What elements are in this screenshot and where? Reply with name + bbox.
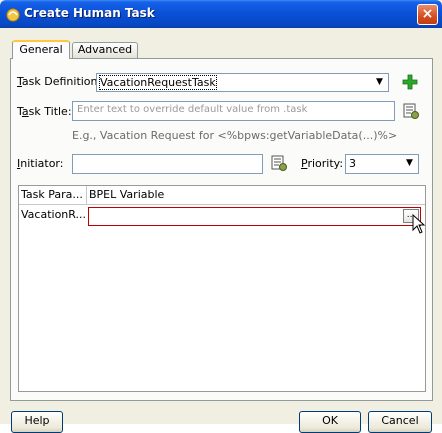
help-button[interactable]: Help — [11, 411, 63, 433]
task-title-input[interactable]: Enter text to override default value fro… — [72, 101, 395, 121]
chevron-down-icon[interactable]: ▼ — [403, 157, 416, 170]
initiator-input[interactable] — [72, 154, 263, 174]
priority-select[interactable]: 3 ▼ — [345, 154, 419, 174]
initiator-label: Initiator: — [17, 157, 64, 170]
close-icon: × — [421, 6, 434, 22]
chevron-down-icon[interactable]: ▼ — [373, 76, 386, 89]
close-button[interactable]: × — [417, 4, 438, 25]
priority-label: Priority: — [301, 157, 344, 170]
mouse-cursor-icon — [412, 214, 426, 234]
cancel-button[interactable]: Cancel — [368, 411, 432, 433]
create-human-task-dialog: Create Human Task × General Advanced Tas… — [0, 0, 442, 433]
priority-value: 3 — [349, 157, 356, 170]
title-bar[interactable]: Create Human Task × — [0, 0, 442, 28]
tab-advanced[interactable]: Advanced — [72, 42, 138, 58]
task-definition-value: VacationRequestTask — [99, 75, 217, 90]
task-title-label: Task Title: — [17, 105, 72, 118]
bpel-variable-editor[interactable] — [88, 207, 421, 226]
table-cell-parameter: VacationR... — [21, 208, 87, 221]
tab-general[interactable]: General — [12, 40, 70, 59]
expression-builder-icon[interactable] — [271, 155, 287, 171]
ok-button[interactable]: OK — [299, 411, 361, 433]
task-definition-label: Task Definition: — [17, 75, 102, 88]
window-title: Create Human Task — [24, 6, 155, 20]
oracle-task-icon — [6, 8, 20, 22]
task-parameters-table: Task Para... BPEL Variable VacationR... … — [18, 185, 426, 392]
add-task-icon[interactable] — [402, 74, 418, 90]
task-title-hint: E.g., Vacation Request for <%bpws:getVar… — [72, 129, 398, 142]
column-header-task-parameter[interactable]: Task Para... — [19, 186, 87, 205]
expression-builder-icon[interactable] — [403, 103, 419, 119]
column-header-bpel-variable[interactable]: BPEL Variable — [87, 186, 425, 205]
task-definition-select[interactable]: VacationRequestTask ▼ — [96, 73, 389, 92]
